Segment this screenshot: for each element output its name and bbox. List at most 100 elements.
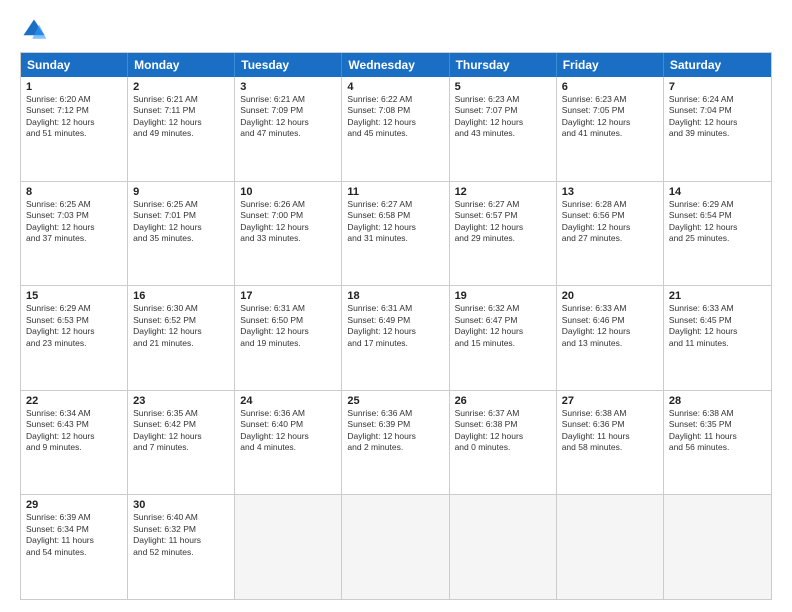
day-number: 14	[669, 186, 766, 198]
calendar-cell: 22Sunrise: 6:34 AM Sunset: 6:43 PM Dayli…	[21, 391, 128, 495]
day-info: Sunrise: 6:25 AM Sunset: 7:03 PM Dayligh…	[26, 199, 122, 245]
calendar-row: 29Sunrise: 6:39 AM Sunset: 6:34 PM Dayli…	[21, 495, 771, 599]
calendar-cell: 26Sunrise: 6:37 AM Sunset: 6:38 PM Dayli…	[450, 391, 557, 495]
calendar-cell: 5Sunrise: 6:23 AM Sunset: 7:07 PM Daylig…	[450, 77, 557, 181]
weekday-header: Wednesday	[342, 53, 449, 77]
calendar-cell: 20Sunrise: 6:33 AM Sunset: 6:46 PM Dayli…	[557, 286, 664, 390]
day-number: 27	[562, 395, 658, 407]
day-info: Sunrise: 6:30 AM Sunset: 6:52 PM Dayligh…	[133, 303, 229, 349]
day-number: 2	[133, 81, 229, 93]
calendar-cell: 11Sunrise: 6:27 AM Sunset: 6:58 PM Dayli…	[342, 182, 449, 286]
calendar-cell: 3Sunrise: 6:21 AM Sunset: 7:09 PM Daylig…	[235, 77, 342, 181]
day-number: 30	[133, 499, 229, 511]
calendar-cell: 1Sunrise: 6:20 AM Sunset: 7:12 PM Daylig…	[21, 77, 128, 181]
day-number: 21	[669, 290, 766, 302]
day-info: Sunrise: 6:38 AM Sunset: 6:35 PM Dayligh…	[669, 408, 766, 454]
day-number: 25	[347, 395, 443, 407]
day-info: Sunrise: 6:22 AM Sunset: 7:08 PM Dayligh…	[347, 94, 443, 140]
day-info: Sunrise: 6:29 AM Sunset: 6:54 PM Dayligh…	[669, 199, 766, 245]
calendar-cell: 14Sunrise: 6:29 AM Sunset: 6:54 PM Dayli…	[664, 182, 771, 286]
day-number: 18	[347, 290, 443, 302]
calendar-header: SundayMondayTuesdayWednesdayThursdayFrid…	[21, 53, 771, 77]
calendar-cell: 13Sunrise: 6:28 AM Sunset: 6:56 PM Dayli…	[557, 182, 664, 286]
day-number: 16	[133, 290, 229, 302]
day-info: Sunrise: 6:29 AM Sunset: 6:53 PM Dayligh…	[26, 303, 122, 349]
calendar-cell	[557, 495, 664, 599]
day-number: 15	[26, 290, 122, 302]
calendar-cell	[235, 495, 342, 599]
day-info: Sunrise: 6:25 AM Sunset: 7:01 PM Dayligh…	[133, 199, 229, 245]
day-info: Sunrise: 6:40 AM Sunset: 6:32 PM Dayligh…	[133, 512, 229, 558]
day-info: Sunrise: 6:23 AM Sunset: 7:07 PM Dayligh…	[455, 94, 551, 140]
day-info: Sunrise: 6:24 AM Sunset: 7:04 PM Dayligh…	[669, 94, 766, 140]
day-info: Sunrise: 6:31 AM Sunset: 6:50 PM Dayligh…	[240, 303, 336, 349]
weekday-header: Saturday	[664, 53, 771, 77]
day-number: 24	[240, 395, 336, 407]
calendar-cell: 8Sunrise: 6:25 AM Sunset: 7:03 PM Daylig…	[21, 182, 128, 286]
calendar-cell: 30Sunrise: 6:40 AM Sunset: 6:32 PM Dayli…	[128, 495, 235, 599]
calendar-cell: 25Sunrise: 6:36 AM Sunset: 6:39 PM Dayli…	[342, 391, 449, 495]
calendar-row: 15Sunrise: 6:29 AM Sunset: 6:53 PM Dayli…	[21, 286, 771, 391]
day-info: Sunrise: 6:33 AM Sunset: 6:45 PM Dayligh…	[669, 303, 766, 349]
day-number: 5	[455, 81, 551, 93]
day-info: Sunrise: 6:27 AM Sunset: 6:57 PM Dayligh…	[455, 199, 551, 245]
calendar-cell: 2Sunrise: 6:21 AM Sunset: 7:11 PM Daylig…	[128, 77, 235, 181]
calendar-cell	[664, 495, 771, 599]
calendar-cell: 7Sunrise: 6:24 AM Sunset: 7:04 PM Daylig…	[664, 77, 771, 181]
day-number: 28	[669, 395, 766, 407]
day-info: Sunrise: 6:36 AM Sunset: 6:39 PM Dayligh…	[347, 408, 443, 454]
day-number: 12	[455, 186, 551, 198]
calendar-cell: 28Sunrise: 6:38 AM Sunset: 6:35 PM Dayli…	[664, 391, 771, 495]
calendar: SundayMondayTuesdayWednesdayThursdayFrid…	[20, 52, 772, 600]
calendar-cell: 4Sunrise: 6:22 AM Sunset: 7:08 PM Daylig…	[342, 77, 449, 181]
day-info: Sunrise: 6:39 AM Sunset: 6:34 PM Dayligh…	[26, 512, 122, 558]
page: SundayMondayTuesdayWednesdayThursdayFrid…	[0, 0, 792, 612]
calendar-cell	[342, 495, 449, 599]
day-number: 4	[347, 81, 443, 93]
day-number: 7	[669, 81, 766, 93]
calendar-body: 1Sunrise: 6:20 AM Sunset: 7:12 PM Daylig…	[21, 77, 771, 599]
day-info: Sunrise: 6:27 AM Sunset: 6:58 PM Dayligh…	[347, 199, 443, 245]
day-number: 11	[347, 186, 443, 198]
weekday-header: Tuesday	[235, 53, 342, 77]
day-info: Sunrise: 6:20 AM Sunset: 7:12 PM Dayligh…	[26, 94, 122, 140]
day-number: 22	[26, 395, 122, 407]
day-info: Sunrise: 6:23 AM Sunset: 7:05 PM Dayligh…	[562, 94, 658, 140]
weekday-header: Sunday	[21, 53, 128, 77]
weekday-header: Monday	[128, 53, 235, 77]
day-number: 3	[240, 81, 336, 93]
calendar-row: 22Sunrise: 6:34 AM Sunset: 6:43 PM Dayli…	[21, 391, 771, 496]
calendar-row: 8Sunrise: 6:25 AM Sunset: 7:03 PM Daylig…	[21, 182, 771, 287]
calendar-cell: 19Sunrise: 6:32 AM Sunset: 6:47 PM Dayli…	[450, 286, 557, 390]
day-info: Sunrise: 6:35 AM Sunset: 6:42 PM Dayligh…	[133, 408, 229, 454]
day-info: Sunrise: 6:34 AM Sunset: 6:43 PM Dayligh…	[26, 408, 122, 454]
day-number: 17	[240, 290, 336, 302]
calendar-cell: 9Sunrise: 6:25 AM Sunset: 7:01 PM Daylig…	[128, 182, 235, 286]
calendar-cell	[450, 495, 557, 599]
day-number: 13	[562, 186, 658, 198]
day-info: Sunrise: 6:28 AM Sunset: 6:56 PM Dayligh…	[562, 199, 658, 245]
day-info: Sunrise: 6:26 AM Sunset: 7:00 PM Dayligh…	[240, 199, 336, 245]
calendar-cell: 18Sunrise: 6:31 AM Sunset: 6:49 PM Dayli…	[342, 286, 449, 390]
day-number: 6	[562, 81, 658, 93]
day-number: 29	[26, 499, 122, 511]
calendar-cell: 21Sunrise: 6:33 AM Sunset: 6:45 PM Dayli…	[664, 286, 771, 390]
day-info: Sunrise: 6:21 AM Sunset: 7:09 PM Dayligh…	[240, 94, 336, 140]
day-number: 23	[133, 395, 229, 407]
calendar-row: 1Sunrise: 6:20 AM Sunset: 7:12 PM Daylig…	[21, 77, 771, 182]
header	[20, 16, 772, 44]
calendar-cell: 12Sunrise: 6:27 AM Sunset: 6:57 PM Dayli…	[450, 182, 557, 286]
day-number: 20	[562, 290, 658, 302]
day-number: 9	[133, 186, 229, 198]
day-number: 19	[455, 290, 551, 302]
day-info: Sunrise: 6:31 AM Sunset: 6:49 PM Dayligh…	[347, 303, 443, 349]
weekday-header: Friday	[557, 53, 664, 77]
calendar-cell: 6Sunrise: 6:23 AM Sunset: 7:05 PM Daylig…	[557, 77, 664, 181]
day-number: 10	[240, 186, 336, 198]
calendar-cell: 23Sunrise: 6:35 AM Sunset: 6:42 PM Dayli…	[128, 391, 235, 495]
day-info: Sunrise: 6:37 AM Sunset: 6:38 PM Dayligh…	[455, 408, 551, 454]
calendar-cell: 17Sunrise: 6:31 AM Sunset: 6:50 PM Dayli…	[235, 286, 342, 390]
day-number: 1	[26, 81, 122, 93]
day-info: Sunrise: 6:33 AM Sunset: 6:46 PM Dayligh…	[562, 303, 658, 349]
day-number: 26	[455, 395, 551, 407]
